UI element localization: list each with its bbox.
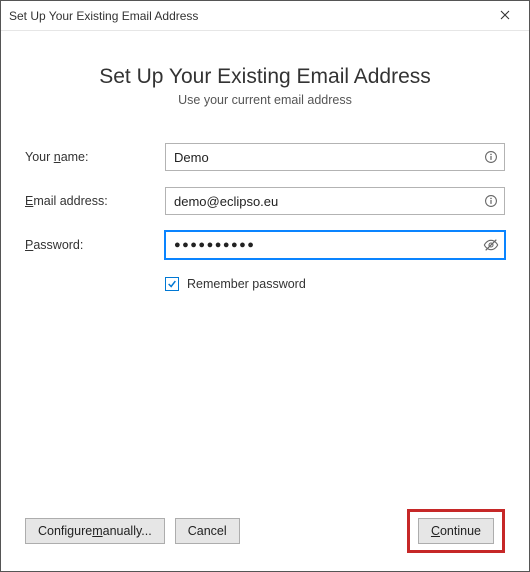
name-input[interactable] [165,143,505,171]
name-label: Your name: [25,150,165,164]
dialog-footer: Configure manually... Cancel Continue [25,495,505,553]
page-heading: Set Up Your Existing Email Address [25,65,505,89]
cancel-button[interactable]: Cancel [175,518,240,544]
email-setup-form: Your name: Email address: Password: [25,143,505,291]
password-input[interactable]: ●●●●●●●●●● [165,231,505,259]
email-field-wrap [165,187,505,215]
email-input[interactable] [165,187,505,215]
dialog-window: Set Up Your Existing Email Address Set U… [0,0,530,572]
info-icon[interactable] [483,193,499,209]
remember-checkbox[interactable] [165,277,179,291]
dialog-content: Set Up Your Existing Email Address Use y… [1,31,529,571]
window-title: Set Up Your Existing Email Address [9,9,485,23]
remember-label: Remember password [187,277,306,291]
password-mask: ●●●●●●●●●● [174,239,255,251]
password-label: Password: [25,238,165,252]
configure-manually-button[interactable]: Configure manually... [25,518,165,544]
email-label: Email address: [25,194,165,208]
password-field-wrap: ●●●●●●●●●● [165,231,505,259]
continue-highlight: Continue [407,509,505,553]
name-field-wrap [165,143,505,171]
titlebar: Set Up Your Existing Email Address [1,1,529,31]
spacer [25,291,505,495]
close-icon [500,9,510,23]
remember-row: Remember password [165,277,505,291]
info-icon[interactable] [483,149,499,165]
eye-off-icon[interactable] [483,237,499,253]
page-subheading: Use your current email address [25,93,505,107]
close-button[interactable] [485,2,525,30]
continue-button[interactable]: Continue [418,518,494,544]
